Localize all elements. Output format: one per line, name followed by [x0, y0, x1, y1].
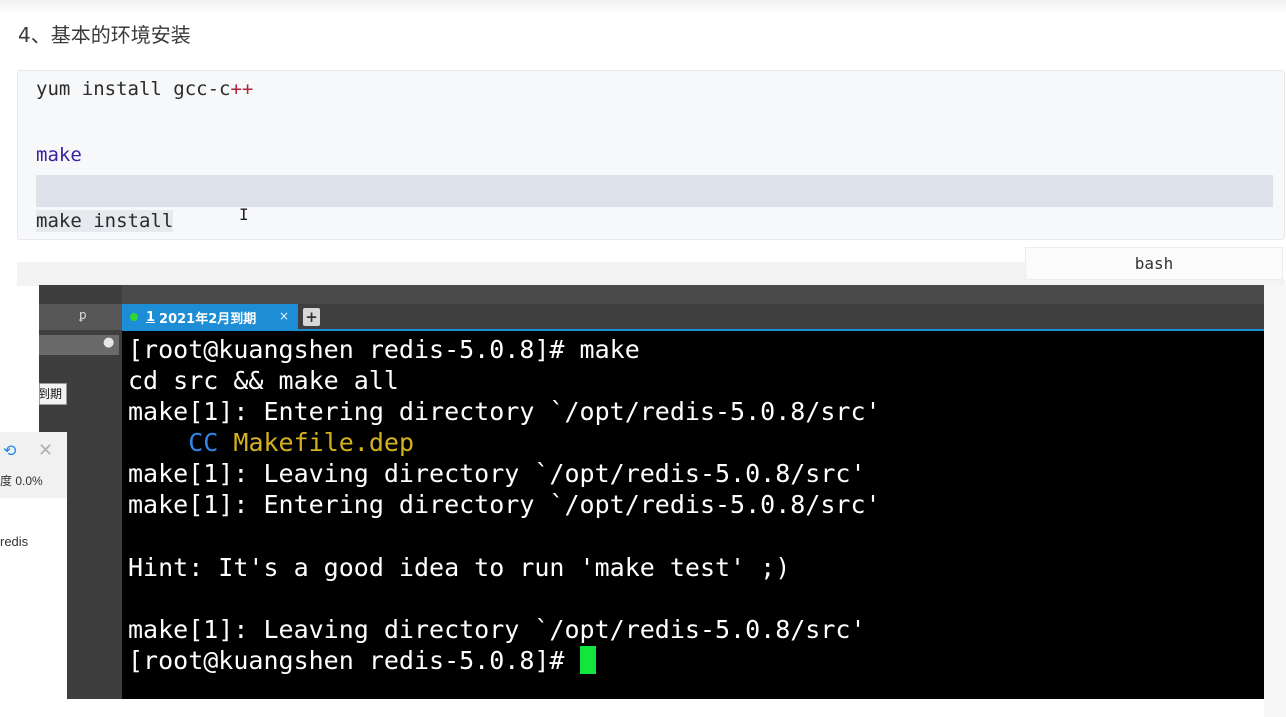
terminal-line: [root@kuangshen redis-5.0.8]# make	[128, 335, 640, 364]
tab-title: 2021年2月到期	[159, 311, 257, 327]
session-label[interactable]: 到期	[39, 383, 67, 405]
section-heading: 4、基本的环境安装	[18, 23, 191, 47]
close-icon[interactable]: ×	[279, 309, 289, 323]
terminal-line: CC Makefile.dep	[188, 428, 415, 457]
top-fade	[0, 0, 1286, 14]
code-block[interactable]: yum install gcc-c++ make make install	[17, 70, 1285, 240]
terminal-line: make[1]: Entering directory `/opt/redis-…	[128, 397, 881, 426]
search-icon[interactable]: ●	[103, 335, 114, 350]
status-dot-icon	[130, 313, 138, 321]
terminal-output[interactable]: [root@kuangshen redis-5.0.8]# make cd sr…	[122, 331, 1264, 699]
side-widget-item[interactable]: redis	[0, 534, 28, 549]
code-line-1[interactable]: yum install gcc-c++	[36, 78, 253, 100]
code-line-2[interactable]: make	[36, 144, 82, 166]
screenshot-frame	[17, 262, 1025, 286]
tab-bar: 1 2021年2月到期 × +	[122, 304, 1264, 330]
share-icon[interactable]: ⟲	[3, 441, 16, 460]
terminal-app-screenshot: ꝑ ● 到期 1 2021年2月到期 × + [root@kuangshen r…	[39, 285, 1264, 699]
terminal-line: make[1]: Leaving directory `/opt/redis-5…	[128, 615, 866, 644]
terminal-cursor	[579, 646, 596, 674]
right-gutter	[1264, 285, 1286, 717]
terminal-line: make[1]: Leaving directory `/opt/redis-5…	[128, 459, 866, 488]
add-tab-button[interactable]: +	[303, 308, 320, 326]
selected-line-highlight	[36, 175, 1273, 207]
close-icon[interactable]: ✕	[38, 440, 53, 461]
tab-session-1[interactable]: 1 2021年2月到期 ×	[122, 304, 298, 330]
text-cursor-icon: I	[239, 205, 249, 224]
code-line-3[interactable]: make install	[36, 210, 174, 232]
tab-number: 1	[146, 309, 156, 325]
language-label[interactable]: bash	[1025, 247, 1283, 280]
pin-icon[interactable]: ꝑ	[79, 308, 87, 322]
reading-progress: 度 0.0%	[0, 474, 43, 488]
terminal-prompt-line: [root@kuangshen redis-5.0.8]#	[128, 646, 596, 676]
terminal-line: cd src && make all	[128, 366, 399, 395]
terminal-line: Hint: It's a good idea to run 'make test…	[128, 553, 791, 582]
terminal-line: make[1]: Entering directory `/opt/redis-…	[128, 490, 881, 519]
